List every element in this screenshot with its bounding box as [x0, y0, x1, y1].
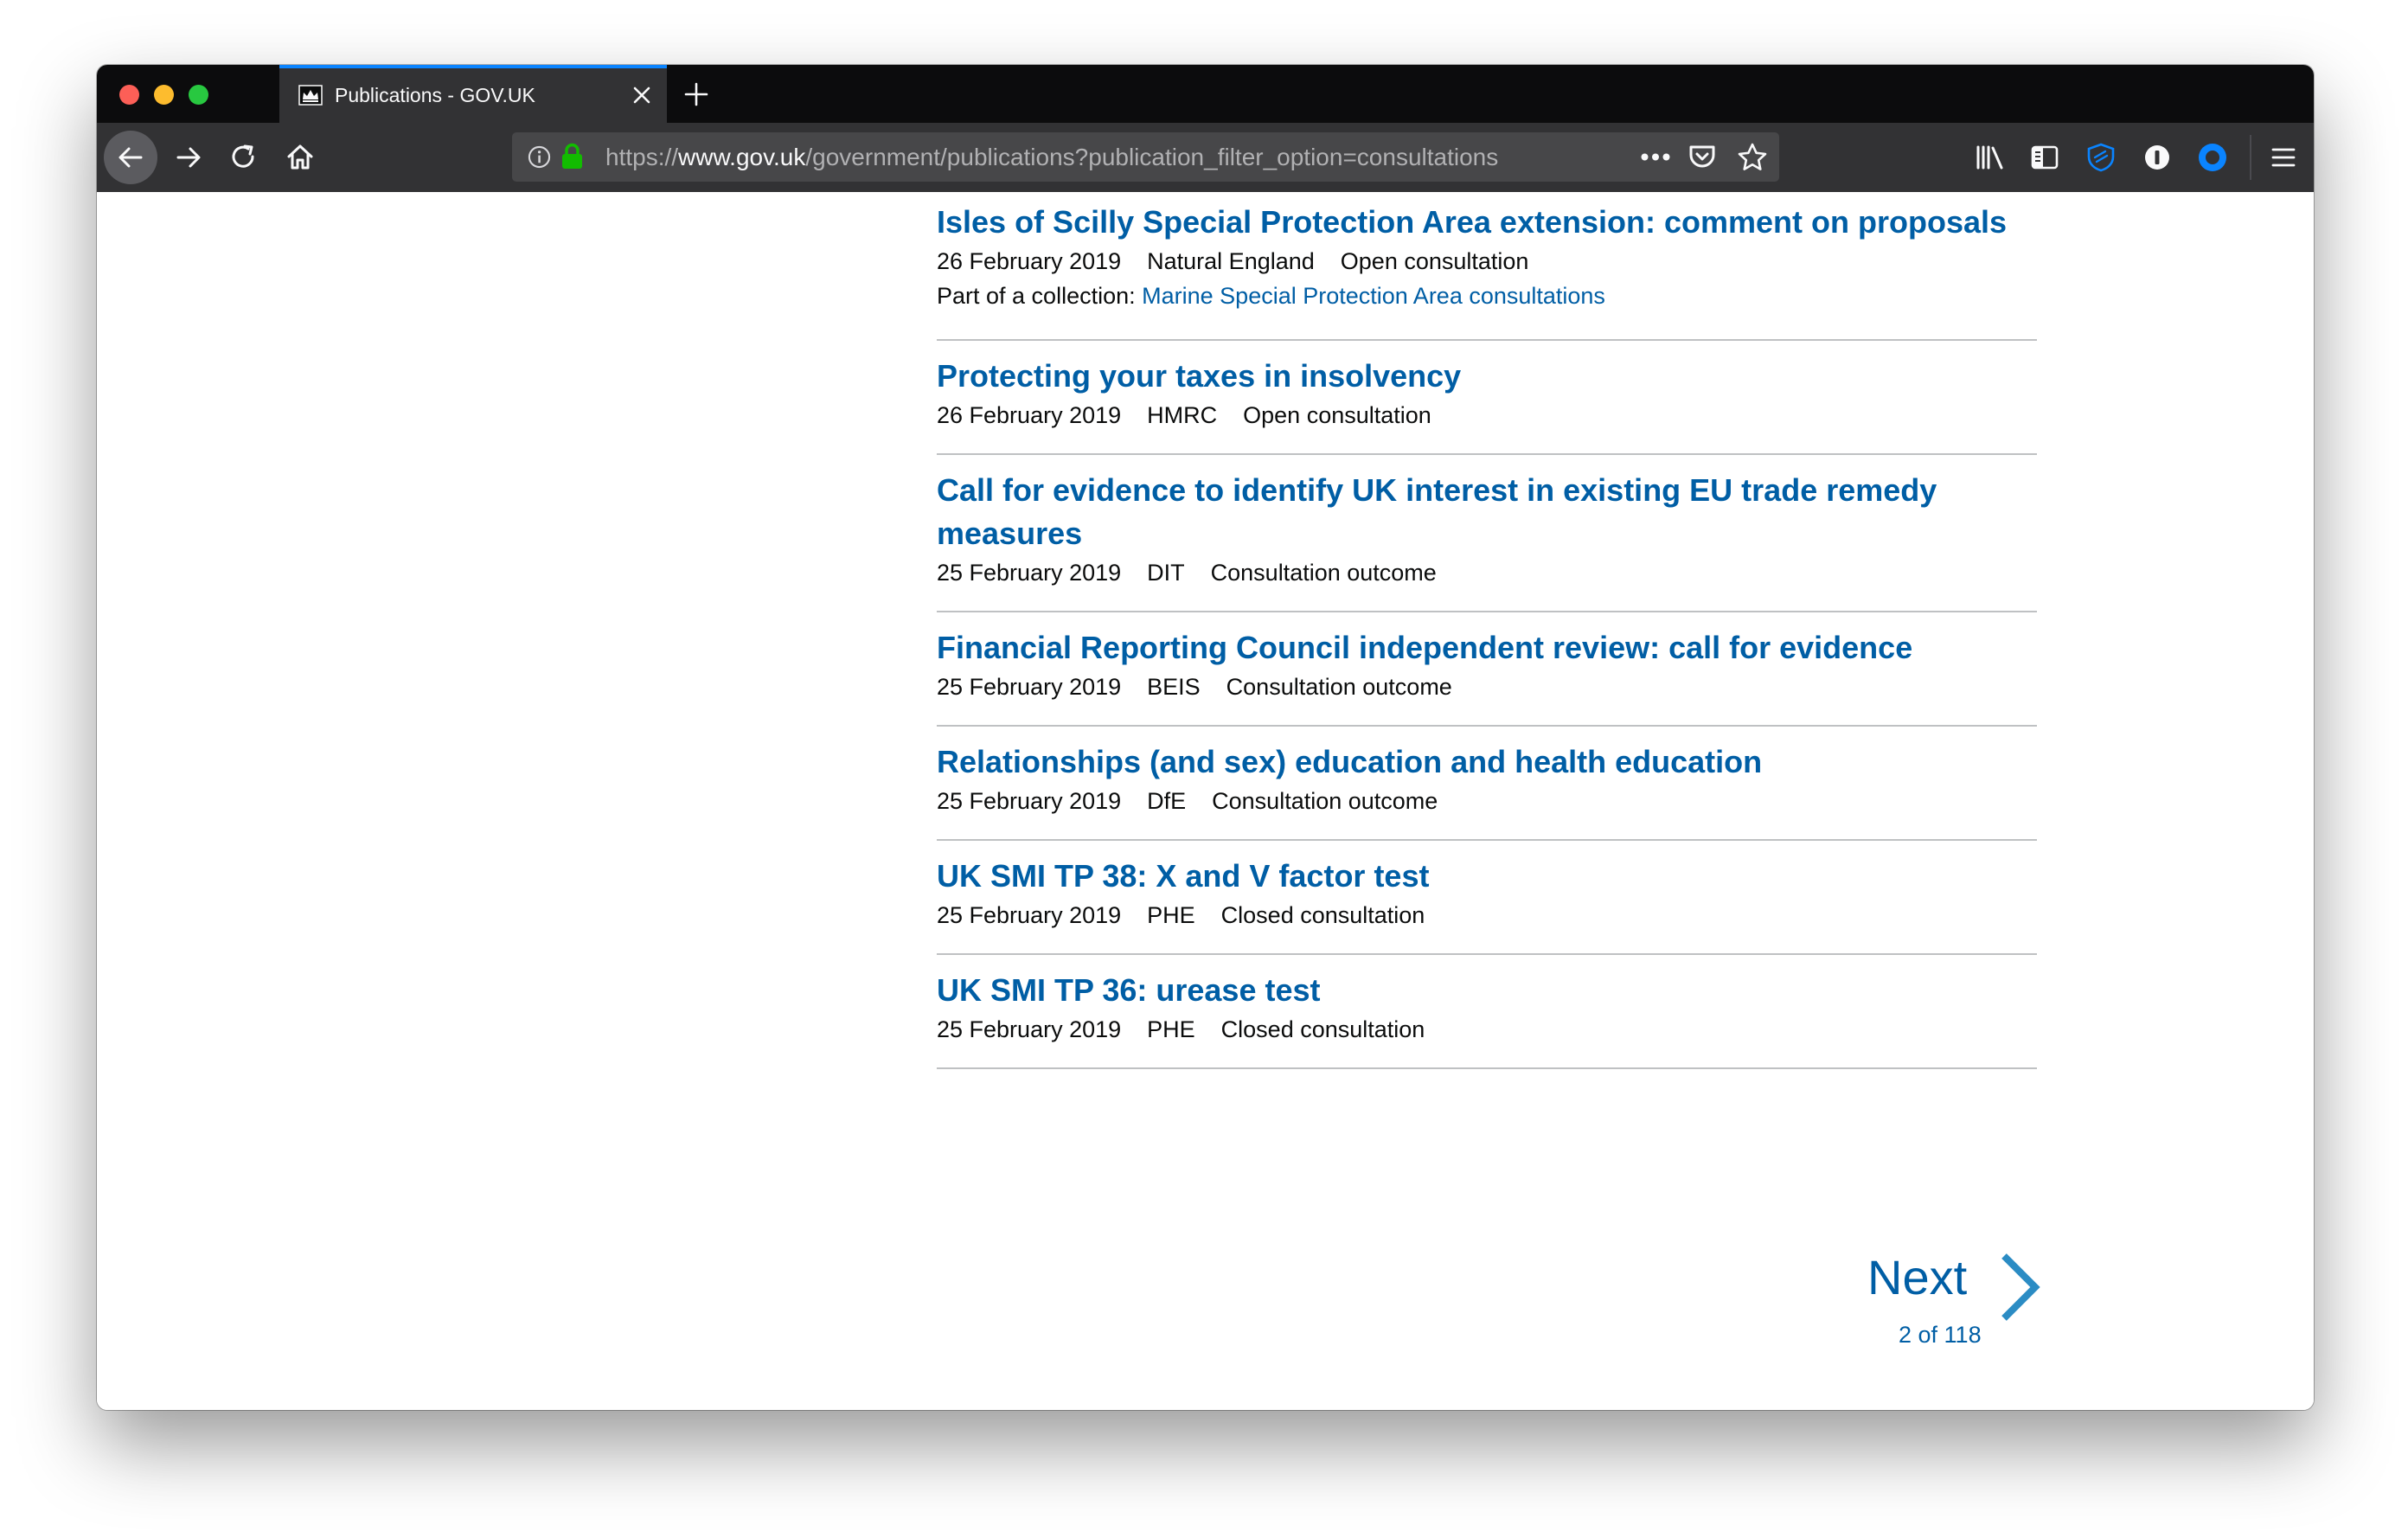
info-icon[interactable]: [528, 145, 551, 169]
url-text[interactable]: https://www.gov.uk/government/publicatio…: [605, 132, 1498, 182]
result-meta: 25 February 2019 PHE Closed consultation: [937, 1012, 2037, 1047]
page-count: 2 of 118: [1899, 1322, 1982, 1348]
result-organisation: DfE: [1147, 788, 1187, 814]
tab-publications[interactable]: Publications - GOV.UK: [279, 65, 667, 123]
results-list: Isles of Scilly Special Protection Area …: [937, 192, 2037, 1069]
result-type: Consultation outcome: [1226, 674, 1452, 700]
result-organisation: PHE: [1147, 1016, 1195, 1042]
pocket-icon[interactable]: [1688, 144, 1716, 170]
result-organisation: BEIS: [1147, 674, 1201, 700]
address-bar[interactable]: https://www.gov.uk/government/publicatio…: [512, 132, 1779, 182]
result-title-link[interactable]: Call for evidence to identify UK interes…: [937, 469, 2037, 555]
list-item: UK SMI TP 36: urease test 25 February 20…: [937, 955, 2037, 1069]
result-type: Closed consultation: [1220, 1016, 1425, 1042]
collection-label: Part of a collection:: [937, 283, 1136, 309]
result-date: 25 February 2019: [937, 560, 1122, 586]
result-organisation: PHE: [1147, 902, 1195, 928]
result-type: Consultation outcome: [1210, 560, 1437, 586]
result-meta: 25 February 2019 PHE Closed consultation: [937, 898, 2037, 932]
home-icon[interactable]: [285, 142, 315, 171]
list-item: Isles of Scilly Special Protection Area …: [937, 192, 2037, 341]
more-icon[interactable]: [1641, 153, 1670, 161]
list-item: Call for evidence to identify UK interes…: [937, 455, 2037, 612]
result-title-link[interactable]: Isles of Scilly Special Protection Area …: [937, 201, 2037, 244]
plus-icon[interactable]: [684, 82, 708, 106]
result-meta: 26 February 2019 Natural England Open cons…: [937, 244, 2037, 279]
page-content: Isles of Scilly Special Protection Area …: [97, 192, 2314, 1410]
next-link[interactable]: Next: [1867, 1247, 1967, 1308]
result-title-link[interactable]: Financial Reporting Council independent …: [937, 626, 2037, 670]
result-title-link[interactable]: UK SMI TP 38: X and V factor test: [937, 855, 2037, 898]
minimize-window-button[interactable]: [154, 85, 174, 105]
list-item: Relationships (and sex) education and he…: [937, 727, 2037, 841]
result-meta: 25 February 2019 DfE Consultation outcome: [937, 784, 2037, 818]
library-icon[interactable]: [1976, 144, 2005, 170]
list-item: Financial Reporting Council independent …: [937, 612, 2037, 727]
result-organisation: HMRC: [1147, 402, 1218, 428]
crown-icon: [298, 85, 323, 106]
navigation-toolbar: https://www.gov.uk/government/publicatio…: [97, 123, 2314, 192]
close-icon[interactable]: [632, 86, 651, 105]
account-icon[interactable]: [2197, 142, 2228, 173]
tab-title: Publications - GOV.UK: [335, 84, 535, 106]
result-meta: 25 February 2019 BEIS Consultation outcome: [937, 670, 2037, 704]
url-path: /government/publications?publication_fil…: [805, 144, 1499, 170]
shield-icon[interactable]: [2086, 143, 2116, 172]
pagination-next[interactable]: Next 2 of 118: [1867, 1247, 2058, 1368]
lock-icon: [562, 143, 582, 169]
list-item: UK SMI TP 38: X and V factor test 25 Feb…: [937, 841, 2037, 955]
result-organisation: DIT: [1147, 560, 1185, 586]
reload-icon[interactable]: [230, 144, 258, 171]
result-title-link[interactable]: Relationships (and sex) education and he…: [937, 740, 2037, 784]
menu-icon[interactable]: [2270, 146, 2296, 169]
result-date: 26 February 2019: [937, 248, 1122, 274]
result-meta: 26 February 2019 HMRC Open consultation: [937, 398, 2037, 433]
zoom-window-button[interactable]: [189, 85, 208, 105]
result-type: Open consultation: [1243, 402, 1431, 428]
result-title-link[interactable]: UK SMI TP 36: urease test: [937, 969, 2037, 1012]
collection-link[interactable]: Marine Special Protection Area consultat…: [1142, 283, 1605, 309]
result-title-link[interactable]: Protecting your taxes in insolvency: [937, 355, 2037, 398]
list-item: Protecting your taxes in insolvency 26 F…: [937, 341, 2037, 455]
result-meta: 25 February 2019 DIT Consultation outcome: [937, 555, 2037, 590]
result-collection: Part of a collection: Marine Special Pro…: [937, 279, 2037, 313]
password-icon[interactable]: [2143, 144, 2171, 171]
result-date: 26 February 2019: [937, 402, 1122, 428]
close-window-button[interactable]: [119, 85, 139, 105]
forward-arrow-icon[interactable]: [175, 144, 202, 171]
result-date: 25 February 2019: [937, 674, 1122, 700]
back-arrow-icon: [118, 147, 143, 168]
browser-window: Publications - GOV.UK https://www.gov.uk…: [97, 65, 2314, 1410]
result-type: Closed consultation: [1220, 902, 1425, 928]
back-button[interactable]: [104, 131, 157, 184]
result-date: 25 February 2019: [937, 902, 1122, 928]
result-date: 25 February 2019: [937, 1016, 1122, 1042]
star-icon[interactable]: [1738, 143, 1767, 171]
chevron-right-icon[interactable]: [1997, 1251, 2042, 1323]
url-host: www.gov.uk: [678, 144, 806, 170]
result-date: 25 February 2019: [937, 788, 1122, 814]
toolbar-divider: [2250, 135, 2251, 180]
result-organisation: Natural England: [1147, 248, 1315, 274]
sidebar-icon[interactable]: [2031, 144, 2059, 170]
result-type: Consultation outcome: [1212, 788, 1438, 814]
url-prefix: https://: [605, 144, 679, 170]
result-type: Open consultation: [1340, 248, 1529, 274]
tab-bar: Publications - GOV.UK: [97, 65, 2314, 123]
